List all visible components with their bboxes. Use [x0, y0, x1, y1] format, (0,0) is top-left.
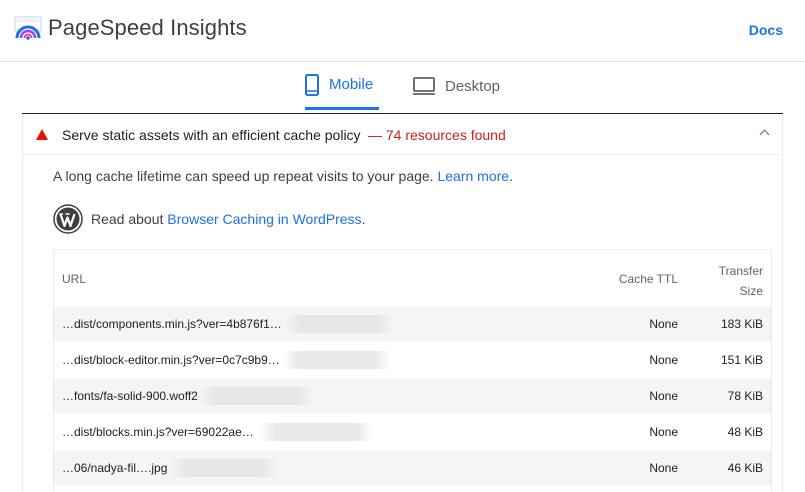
- column-header-cache-ttl: Cache TTL: [618, 272, 678, 286]
- tab-desktop-label: Desktop: [445, 77, 501, 95]
- table-row: …dist/blocks.min.js?ver=69022ae… None 48…: [54, 414, 771, 450]
- audit-cache-policy: Serve static assets with an efficient ca…: [22, 114, 783, 492]
- resource-url[interactable]: …fonts/fa-solid-900.woff2: [62, 389, 198, 403]
- app-header: PageSpeed Insights Docs: [0, 0, 805, 62]
- table-row: …06/nadya-fil….jpg None 46 KiB: [54, 450, 771, 486]
- resource-url[interactable]: …dist/block-editor.min.js?ver=0c7c9b9…: [62, 353, 280, 367]
- table-header: URL Cache TTL Transfer Size: [54, 250, 771, 306]
- wordpress-icon: [53, 204, 83, 234]
- resource-url[interactable]: …06/nadya-fil….jpg: [62, 461, 167, 475]
- warning-triangle-icon: [36, 129, 48, 140]
- resource-transfer-size: 78 KiB: [727, 389, 763, 403]
- audit-title: Serve static assets with an efficient ca…: [62, 127, 361, 143]
- learn-more-link[interactable]: Learn more: [437, 168, 509, 184]
- resources-table: URL Cache TTL Transfer Size …dist/compon…: [53, 249, 772, 492]
- resource-transfer-size: 183 KiB: [720, 317, 763, 331]
- redacted-blur: [259, 423, 374, 441]
- period: .: [509, 168, 513, 184]
- table-row: …dist/block-editor.min.js?ver=0c7c9b9… N…: [54, 342, 771, 378]
- audit-header[interactable]: Serve static assets with an efficient ca…: [23, 114, 782, 155]
- resource-url[interactable]: …dist/components.min.js?ver=4b876f1…: [62, 317, 282, 331]
- smartphone-icon: [305, 73, 319, 96]
- wordpress-hint-text: Read about Browser Caching in WordPress.: [91, 211, 365, 227]
- resource-cache-ttl: None: [649, 461, 678, 475]
- wordpress-hint: Read about Browser Caching in WordPress.: [53, 204, 365, 234]
- pagespeed-logo-icon: [14, 16, 42, 40]
- redacted-blur: [284, 315, 394, 333]
- resource-transfer-size: 151 KiB: [720, 353, 763, 367]
- resource-cache-ttl: None: [649, 353, 678, 367]
- app-title: PageSpeed Insights: [48, 15, 247, 40]
- table-row: …fonts/fa-solid-900.woff2 None 78 KiB: [54, 378, 771, 414]
- monitor-icon: [413, 77, 435, 95]
- wordpress-hint-prefix: Read about: [91, 211, 164, 227]
- chevron-up-icon[interactable]: [759, 129, 770, 140]
- resource-cache-ttl: None: [649, 389, 678, 403]
- resource-cache-ttl: None: [649, 425, 678, 439]
- docs-link[interactable]: Docs: [749, 22, 783, 38]
- column-header-transfer-size: Transfer Size: [703, 261, 763, 301]
- column-header-transfer-size-line2: Size: [739, 284, 763, 298]
- table-row: …dist/components.min.js?ver=4b876f1… Non…: [54, 306, 771, 342]
- redacted-blur: [169, 459, 279, 477]
- tab-mobile[interactable]: Mobile: [305, 62, 379, 110]
- audit-description: A long cache lifetime can speed up repea…: [53, 168, 513, 184]
- device-tabs: Mobile Desktop: [0, 62, 805, 110]
- resource-cache-ttl: None: [649, 317, 678, 331]
- resource-transfer-size: 46 KiB: [727, 461, 763, 475]
- wordpress-caching-link[interactable]: Browser Caching in WordPress: [167, 211, 361, 227]
- column-header-transfer-size-line1: Transfer: [718, 264, 763, 278]
- audit-display-value: — 74 resources found: [368, 127, 506, 143]
- tab-mobile-label: Mobile: [329, 76, 374, 93]
- redacted-blur: [199, 387, 314, 405]
- tab-desktop[interactable]: Desktop: [413, 62, 505, 110]
- resource-url[interactable]: …dist/blocks.min.js?ver=69022ae…: [62, 425, 254, 439]
- resource-transfer-size: 48 KiB: [727, 425, 763, 439]
- column-header-url: URL: [62, 272, 87, 286]
- period: .: [361, 211, 366, 227]
- audit-description-text: A long cache lifetime can speed up repea…: [53, 168, 434, 184]
- redacted-blur: [282, 351, 392, 369]
